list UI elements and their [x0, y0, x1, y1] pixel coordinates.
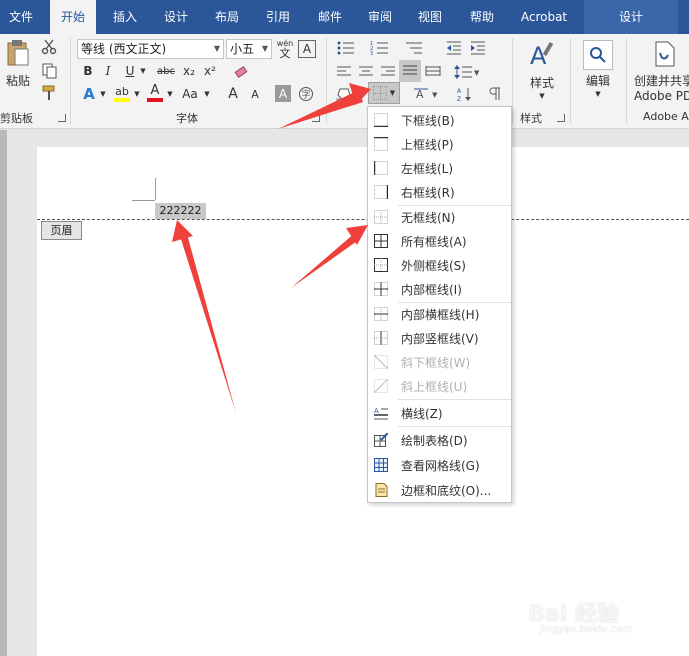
arrow-to-borders-button [278, 83, 371, 129]
annotation-arrows [172, 83, 371, 413]
arrow-to-header-text [172, 220, 236, 413]
arrow-to-no-border-item [291, 225, 368, 288]
baidu-watermark-url: jingyan.baidu.com [540, 624, 633, 635]
